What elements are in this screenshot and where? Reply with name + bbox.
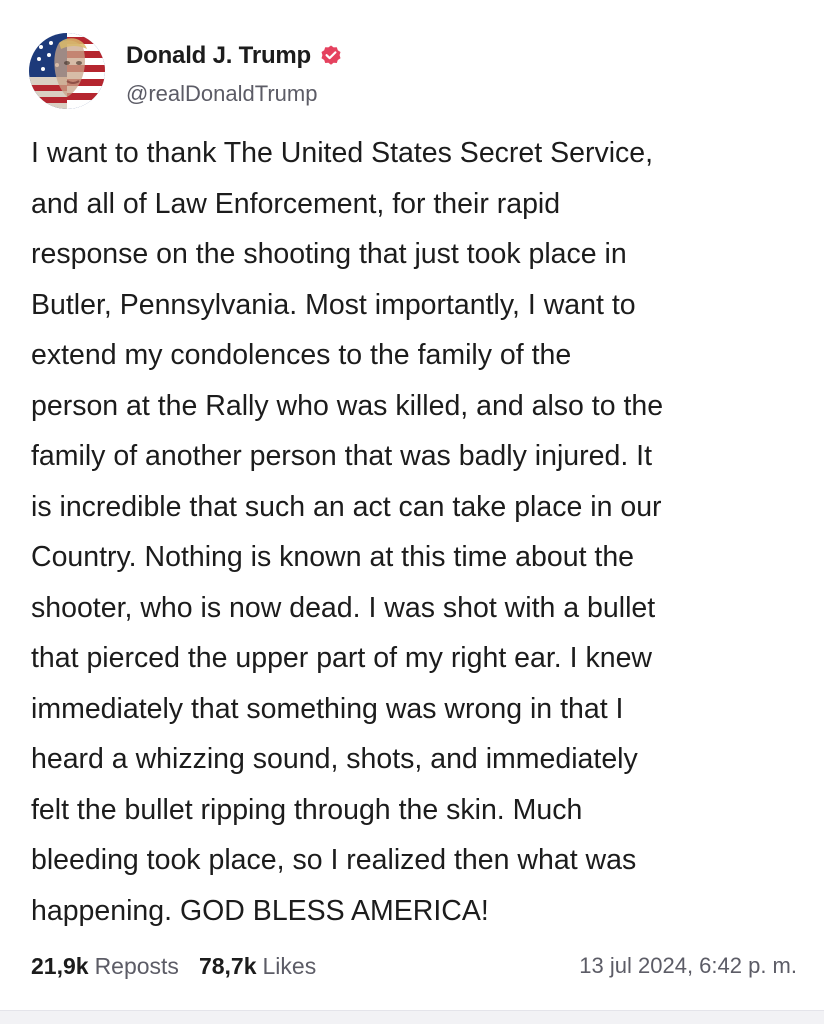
- post-text-line: response on the shooting that just took …: [31, 238, 627, 270]
- likes-stat[interactable]: 78,7k Likes: [199, 953, 316, 980]
- post-text-line: and all of Law Enforcement, for their ra…: [31, 187, 561, 220]
- post-text-line: felt the bullet ripping through the skin…: [31, 793, 583, 826]
- reposts-count: 21,9k: [31, 952, 89, 979]
- post-text-line: is incredible that such an act can take …: [31, 490, 662, 523]
- bottom-divider: [0, 1010, 824, 1024]
- author-name-row: Donald J. Trump: [126, 40, 343, 72]
- post-timestamp[interactable]: 13 jul 2024, 6:42 p. m.: [579, 953, 797, 979]
- post-stats: 21,9k Reposts 78,7k Likes 13 jul 2024, 6…: [31, 950, 797, 982]
- likes-label: Likes: [262, 952, 317, 979]
- reposts-stat[interactable]: 21,9k Reposts: [31, 953, 179, 980]
- post-text-line: family of another person that was badly …: [31, 440, 653, 472]
- author-display-name[interactable]: Donald J. Trump: [126, 42, 311, 70]
- likes-count: 78,7k: [198, 952, 257, 979]
- post-text-line: that pierced the upper part of my right …: [31, 642, 653, 674]
- post-text-line: extend my condolences to the family of t…: [31, 339, 572, 371]
- post-text-line: bleeding took place, so I realized then …: [31, 844, 637, 876]
- author-handle[interactable]: @realDonaldTrump: [126, 81, 317, 107]
- post-text-line: happening. GOD BLESS AMERICA!: [31, 894, 489, 927]
- post-text-line: I want to thank The United States Secret…: [31, 137, 654, 169]
- post-text-line: Country. Nothing is known at this time a…: [31, 541, 635, 573]
- reposts-label: Reposts: [94, 952, 179, 979]
- verified-badge-icon: [319, 44, 343, 68]
- post-text-line: heard a whizzing sound, shots, and immed…: [31, 743, 638, 775]
- avatar-image: [29, 33, 105, 109]
- post-body: I want to thank The United States Secret…: [31, 128, 801, 936]
- post-text-line: immediately that something was wrong in …: [31, 692, 624, 725]
- post-text-line: shooter, who is now dead. I was shot wit…: [31, 591, 656, 624]
- post-text-line: Butler, Pennsylvania. Most importantly, …: [31, 288, 636, 321]
- avatar[interactable]: [29, 33, 105, 109]
- post-text-line: person at the Rally who was killed, and …: [31, 389, 664, 422]
- post-card: Donald J. Trump @realDonaldTrump I want …: [0, 0, 824, 1024]
